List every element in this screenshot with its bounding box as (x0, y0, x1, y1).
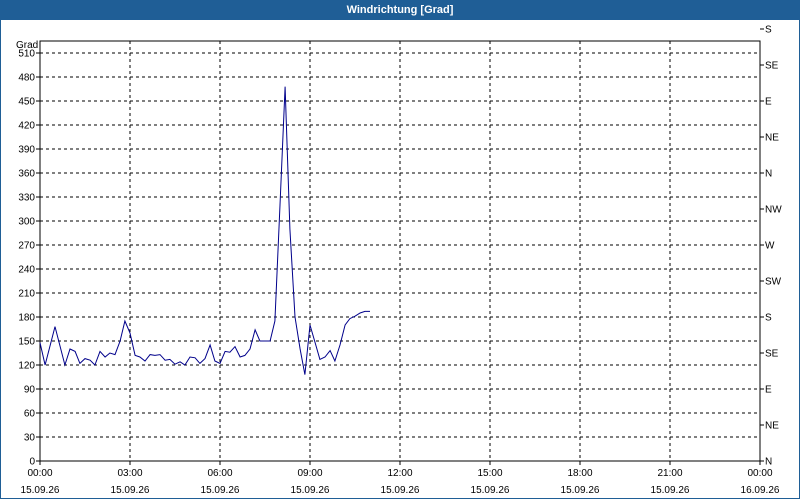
right-tick-label: NW (765, 205, 782, 216)
x-tick-date: 15.09.26 (471, 485, 510, 496)
y-tick-label: 330 (18, 193, 35, 204)
x-tick-date: 15.09.26 (201, 485, 240, 496)
x-tick-date: 16.09.26 (741, 485, 780, 496)
right-tick-label: SE (765, 349, 779, 360)
right-tick-label: S (765, 313, 772, 324)
y-tick-label: 450 (18, 97, 35, 108)
x-tick-time: 09:00 (297, 468, 322, 479)
right-tick-label: N (765, 457, 772, 468)
x-tick-labels: 00:00 15.09.26 03:00 15.09.26 06:00 15.09.26 0… (21, 468, 780, 496)
x-tick-date: 15.09.26 (111, 485, 150, 496)
x-tick-date: 15.09.26 (651, 485, 690, 496)
right-tick-labels: N NE E SE S SW W NW N NE E SE S (765, 25, 782, 468)
y-tick-label: 150 (18, 337, 35, 348)
y-tick-label: 180 (18, 313, 35, 324)
y-tick-label: 60 (24, 409, 36, 420)
y-tick-label: 360 (18, 169, 35, 180)
x-tick-time: 15:00 (477, 468, 502, 479)
x-tick-time: 12:00 (387, 468, 412, 479)
right-tick-label: SE (765, 61, 779, 72)
right-tick-label: W (765, 241, 775, 252)
y-tick-label: 390 (18, 145, 35, 156)
y-tick-label: 240 (18, 265, 35, 276)
x-tick-time: 06:00 (207, 468, 232, 479)
grid-layer (36, 28, 764, 465)
x-tick-time: 18:00 (567, 468, 592, 479)
x-tick-date: 15.09.26 (381, 485, 420, 496)
x-tick-date: 15.09.26 (291, 485, 330, 496)
x-tick-time: 21:00 (657, 468, 682, 479)
y-tick-label: 90 (24, 385, 36, 396)
x-tick-time: 00:00 (27, 468, 52, 479)
right-tick-label: SW (765, 277, 782, 288)
left-tick-labels: 0 30 60 90 120 150 180 210 240 270 300 330 360 390 420… (18, 49, 35, 468)
right-tick-label: NE (765, 133, 779, 144)
y-tick-label: 30 (24, 433, 36, 444)
x-tick-time: 03:00 (117, 468, 142, 479)
y-tick-label: 0 (29, 457, 35, 468)
x-tick-date: 15.09.26 (21, 485, 60, 496)
right-tick-label: E (765, 385, 772, 396)
x-tick-time: 00:00 (747, 468, 772, 479)
right-tick-label: NE (765, 421, 779, 432)
y-tick-label: 270 (18, 241, 35, 252)
wind-direction-chart: Grad 03060901201501802102402703003303603… (16, 25, 782, 497)
y-tick-label: 120 (18, 361, 35, 372)
y-tick-label: 420 (18, 121, 35, 132)
y-tick-label: 480 (18, 73, 35, 84)
right-tick-label: N (765, 169, 772, 180)
y-tick-label: 300 (18, 217, 35, 228)
x-tick-date: 15.09.26 (561, 485, 600, 496)
y-tick-label: 510 (18, 49, 35, 60)
y-tick-label: 210 (18, 289, 35, 300)
right-tick-label: E (765, 97, 772, 108)
right-tick-label: S (765, 25, 772, 36)
wind-direction-line (39, 86, 370, 375)
